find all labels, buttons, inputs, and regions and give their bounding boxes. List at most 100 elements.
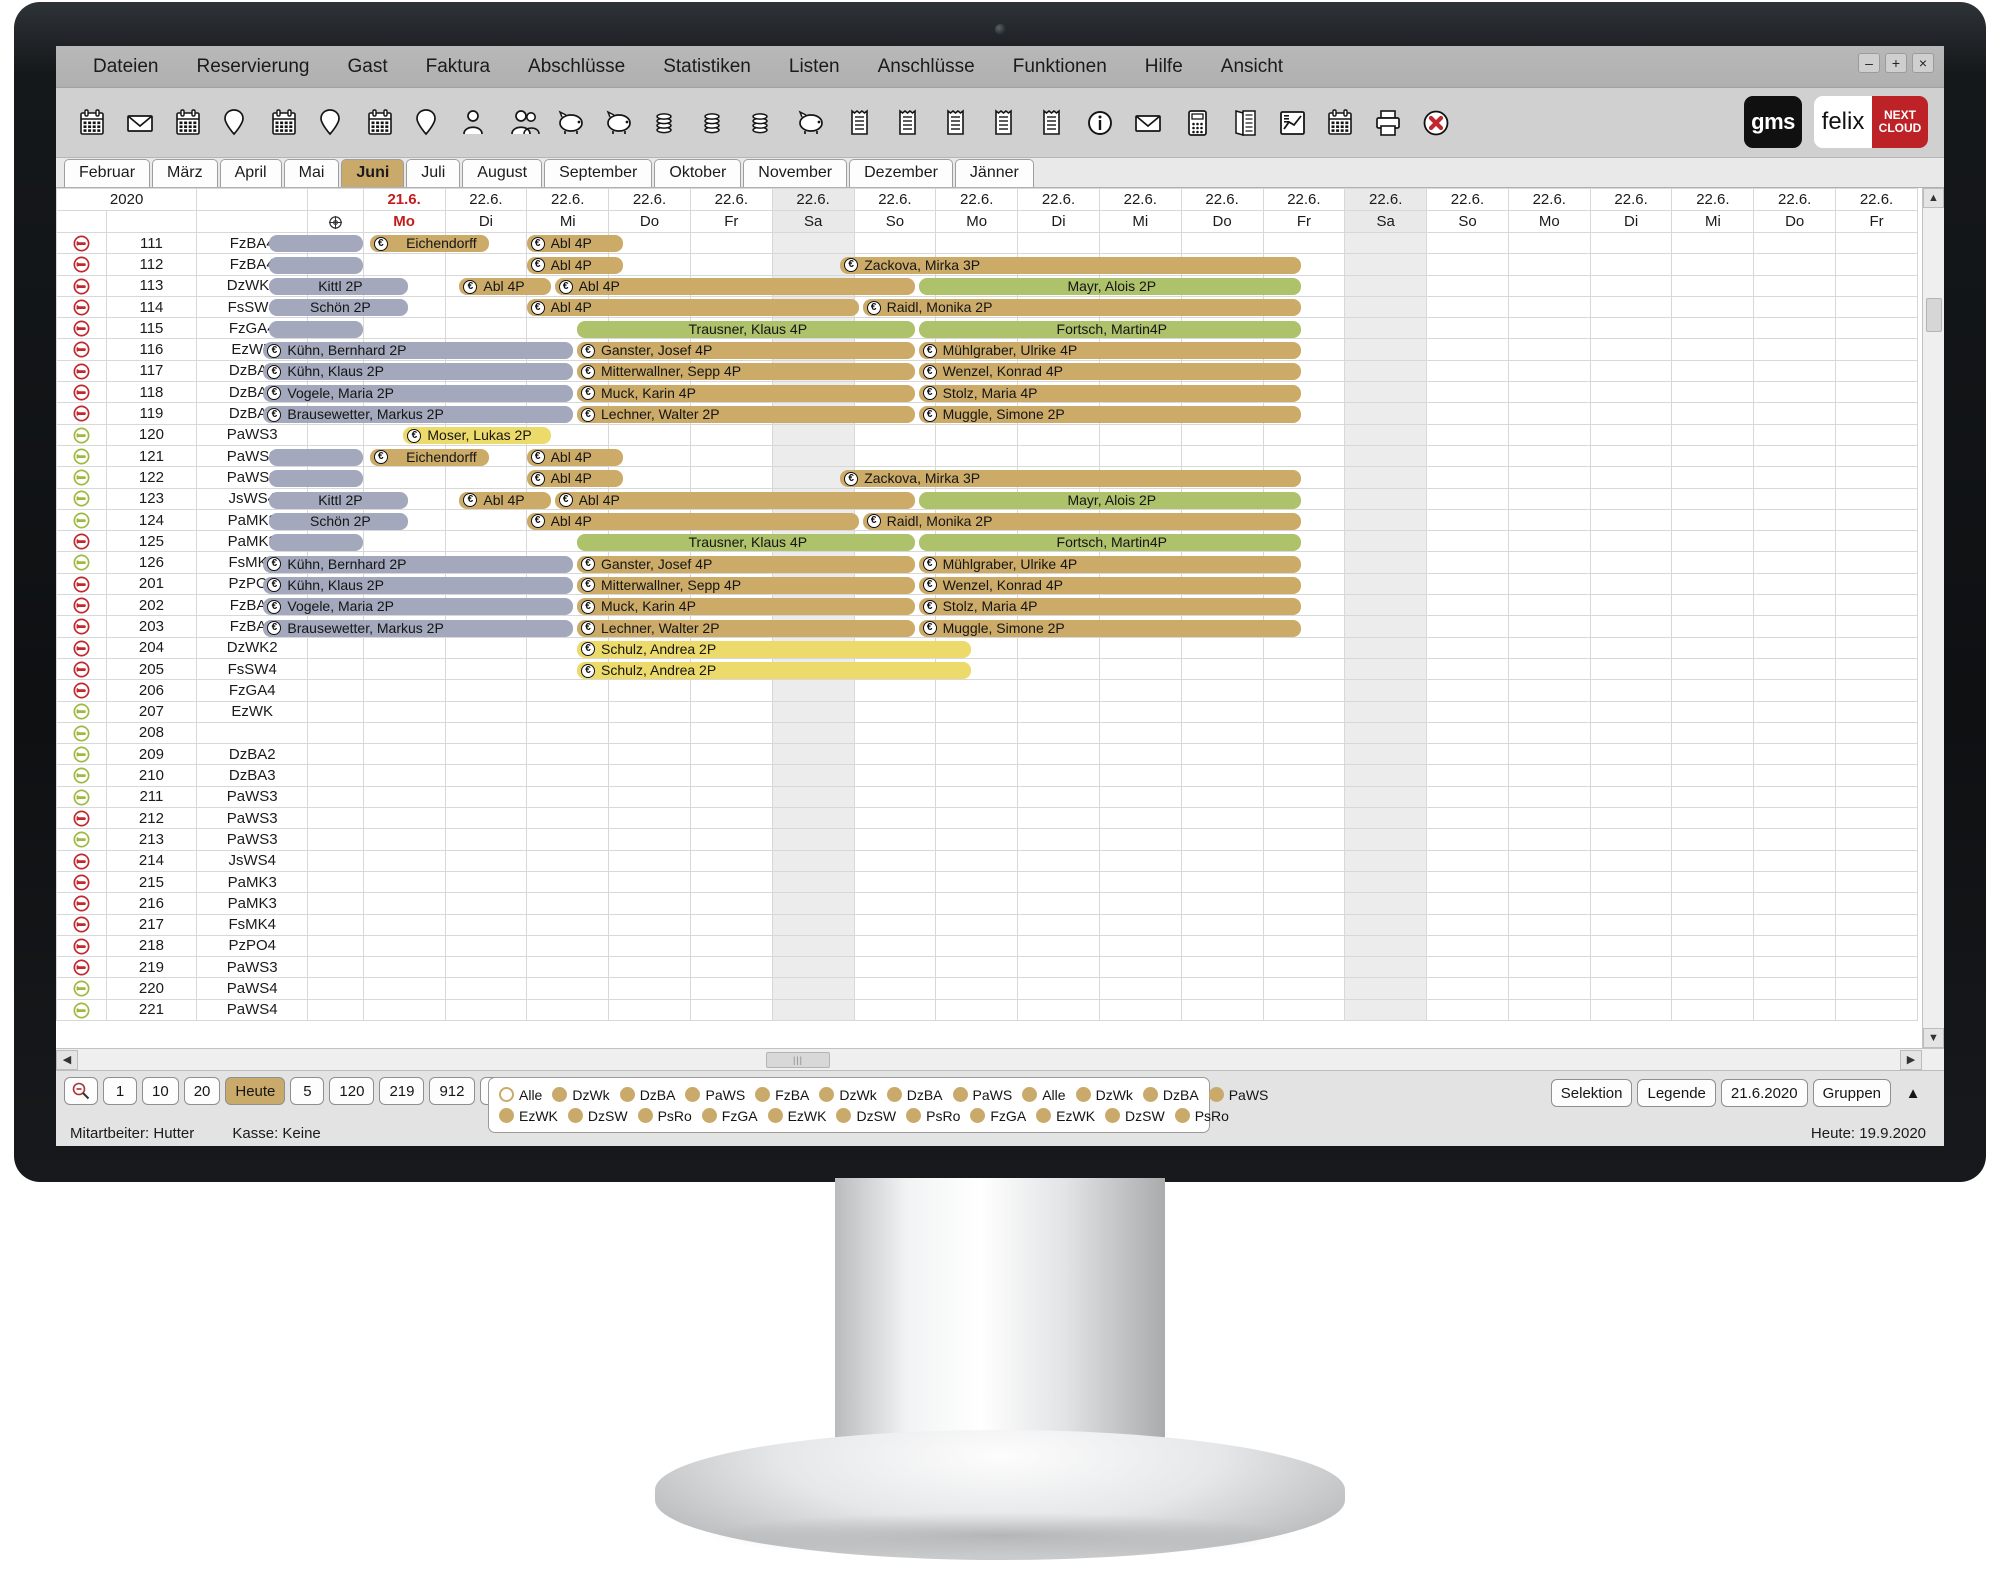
- calendar-cell[interactable]: [1753, 253, 1837, 276]
- piggybank-add-icon[interactable]: [550, 97, 596, 149]
- calendar-cell[interactable]: [1344, 487, 1428, 510]
- calendar-cell[interactable]: [1344, 253, 1428, 276]
- calendar-cell[interactable]: [1507, 231, 1591, 255]
- calendar-cell[interactable]: [362, 253, 446, 276]
- calendar-cell[interactable]: [526, 764, 610, 787]
- calendar-cell[interactable]: [362, 785, 446, 809]
- legend-item-ezwk[interactable]: EzWK: [767, 1108, 826, 1124]
- calendar-cell[interactable]: [362, 444, 446, 468]
- table-row[interactable]: 111 FzBA4: [56, 231, 1918, 255]
- calendar-cell[interactable]: [1426, 956, 1509, 979]
- calendar-cell[interactable]: [526, 253, 610, 276]
- calendar-cell[interactable]: [935, 338, 1019, 361]
- calendar-cell[interactable]: [1671, 998, 1755, 1021]
- calendar-cell[interactable]: [1262, 402, 1346, 425]
- table-row[interactable]: 114 FsSW4: [56, 295, 1918, 319]
- calendar-cell[interactable]: [1344, 934, 1428, 958]
- calendar-cell[interactable]: [1671, 551, 1755, 574]
- coins-box-icon[interactable]: [742, 97, 788, 149]
- calendar-cell[interactable]: [1753, 721, 1837, 745]
- calendar-cell[interactable]: [853, 402, 937, 425]
- calendar-cell[interactable]: [1835, 849, 1918, 872]
- day-header-15[interactable]: Di: [1589, 210, 1673, 233]
- room-number[interactable]: 220: [105, 977, 198, 1000]
- room-number[interactable]: 208: [105, 721, 198, 745]
- calendar-cell[interactable]: [526, 743, 610, 766]
- calendar-cell[interactable]: [853, 828, 937, 851]
- calendar-cell[interactable]: [526, 231, 610, 255]
- receipt-add-icon[interactable]: [838, 97, 884, 149]
- calendar-cell[interactable]: [444, 508, 528, 532]
- calendar-cell[interactable]: [1589, 487, 1673, 510]
- calendar-cell[interactable]: [1344, 615, 1428, 638]
- legend-item-dzba[interactable]: DzBA: [619, 1087, 675, 1103]
- day-header-4[interactable]: Fr: [689, 210, 773, 233]
- piggybank-person-icon[interactable]: [790, 97, 836, 149]
- table-row[interactable]: 207 EzWK: [56, 700, 1918, 723]
- calendar-cell[interactable]: [1098, 892, 1182, 915]
- calendar-cell[interactable]: [1507, 807, 1591, 830]
- calendar-cell[interactable]: [1262, 594, 1346, 617]
- calendar-plus-icon[interactable]: [262, 97, 308, 149]
- calendar-cell[interactable]: [1098, 679, 1182, 702]
- calendar-cell[interactable]: [1180, 636, 1264, 659]
- calendar-cell[interactable]: [853, 359, 937, 383]
- calendar-cell[interactable]: [935, 743, 1019, 766]
- calendar-cell[interactable]: [853, 764, 937, 787]
- day-header-14[interactable]: Mo: [1507, 210, 1591, 233]
- calendar-cell[interactable]: [1098, 956, 1182, 979]
- room-number[interactable]: 201: [105, 572, 198, 596]
- calendar-cell[interactable]: [526, 828, 610, 851]
- calendar-cell[interactable]: [1262, 572, 1346, 596]
- date-header-6[interactable]: 22.6.: [853, 188, 937, 211]
- calendar-cell[interactable]: [1262, 977, 1346, 1000]
- calendar-cell[interactable]: [1017, 381, 1100, 404]
- calendar-cell[interactable]: [526, 636, 610, 659]
- calendar-cell[interactable]: [935, 956, 1019, 979]
- calendar-cell[interactable]: [526, 274, 610, 297]
- calendar-cell[interactable]: [1835, 636, 1918, 659]
- calendar-cell[interactable]: [1835, 807, 1918, 830]
- calendar-cell[interactable]: [853, 679, 937, 702]
- minimize-button[interactable]: –: [1858, 53, 1880, 73]
- calendar-cell[interactable]: [444, 892, 528, 915]
- table-row[interactable]: 216 PaMK3: [56, 892, 1918, 915]
- month-tab-oktober[interactable]: Oktober: [654, 159, 742, 187]
- calendar-cell[interactable]: [1180, 998, 1264, 1021]
- calendar-cell[interactable]: [608, 487, 691, 510]
- room-number[interactable]: 203: [105, 615, 198, 638]
- calendar-cell[interactable]: [1507, 508, 1591, 532]
- date-header-4[interactable]: 22.6.: [689, 188, 773, 211]
- calendar-cell[interactable]: [608, 913, 691, 936]
- calendar-cell[interactable]: [1262, 636, 1346, 659]
- calendar-cell[interactable]: [526, 870, 610, 894]
- calendar-cell[interactable]: [1098, 764, 1182, 787]
- calendar-cell[interactable]: [1180, 657, 1264, 681]
- calendar-cell[interactable]: [689, 381, 773, 404]
- action-button-legende[interactable]: Legende: [1637, 1079, 1716, 1107]
- calendar-cell[interactable]: [1017, 359, 1100, 383]
- calendar-cell[interactable]: [1671, 615, 1755, 638]
- room-number[interactable]: 125: [105, 530, 198, 553]
- calendar-cell[interactable]: [1589, 274, 1673, 297]
- calendar-cell[interactable]: [1835, 381, 1918, 404]
- room-number[interactable]: 207: [105, 700, 198, 723]
- calendar-cell[interactable]: [771, 849, 855, 872]
- calendar-cell[interactable]: [1098, 295, 1182, 319]
- calendar-cell[interactable]: [935, 381, 1019, 404]
- calendar-cell[interactable]: [1017, 487, 1100, 510]
- calendar-cell[interactable]: [608, 956, 691, 979]
- calendar-cell[interactable]: [1835, 615, 1918, 638]
- calendar-cell[interactable]: [935, 508, 1019, 532]
- calendar-cell[interactable]: [689, 466, 773, 489]
- calendar-cell[interactable]: [1017, 253, 1100, 276]
- calendar-cell[interactable]: [853, 657, 937, 681]
- calendar-cell[interactable]: [1344, 381, 1428, 404]
- calendar-cell[interactable]: [1344, 785, 1428, 809]
- calendar-cell[interactable]: [1835, 423, 1918, 446]
- calendar-cell[interactable]: [362, 381, 446, 404]
- calculator-icon[interactable]: [1174, 97, 1220, 149]
- calendar-cell[interactable]: [608, 402, 691, 425]
- calendar-cell[interactable]: [1344, 402, 1428, 425]
- calendar-cell[interactable]: [1098, 594, 1182, 617]
